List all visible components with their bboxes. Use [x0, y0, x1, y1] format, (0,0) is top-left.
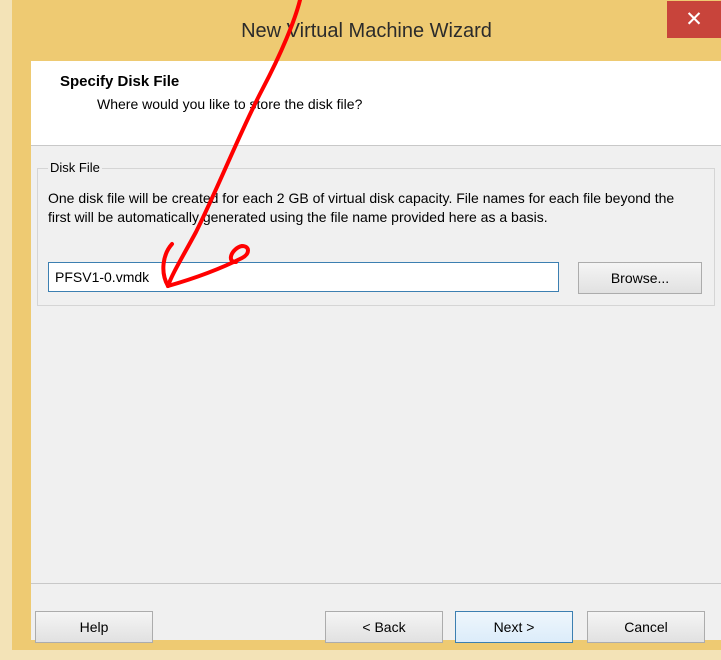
disk-filename-input[interactable] — [48, 262, 559, 292]
window-title: New Virtual Machine Wizard — [241, 20, 492, 42]
close-icon: ✕ — [685, 8, 703, 31]
page-subtitle: Where would you like to store the disk f… — [97, 96, 363, 112]
next-button[interactable]: Next > — [455, 611, 573, 643]
wizard-window: New Virtual Machine Wizard ✕ Specify Dis… — [12, 0, 721, 650]
browse-button[interactable]: Browse... — [578, 262, 702, 294]
disk-file-description: One disk file will be created for each 2… — [48, 190, 675, 225]
cancel-button[interactable]: Cancel — [587, 611, 705, 643]
footer-separator — [31, 583, 721, 584]
title-bar[interactable]: New Virtual Machine Wizard ✕ — [12, 0, 721, 61]
disk-file-group: Disk File One disk file will be created … — [37, 160, 715, 306]
close-button[interactable]: ✕ — [667, 1, 721, 38]
help-button[interactable]: Help — [35, 611, 153, 643]
disk-file-legend: Disk File — [48, 160, 102, 175]
wizard-client-area: Specify Disk File Where would you like t… — [31, 61, 721, 643]
back-button[interactable]: < Back — [325, 611, 443, 643]
wizard-header: Specify Disk File Where would you like t… — [31, 61, 721, 146]
page-title: Specify Disk File — [60, 73, 180, 90]
